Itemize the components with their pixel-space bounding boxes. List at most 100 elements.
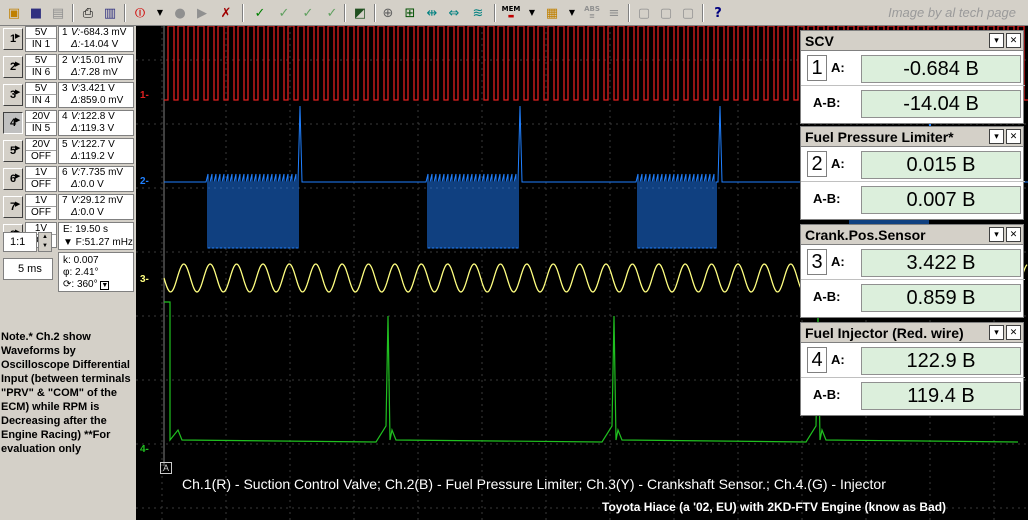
record-icon[interactable]: ● <box>170 3 190 23</box>
save-image-icon[interactable]: ▥ <box>100 3 120 23</box>
range-label: 1V <box>26 195 56 207</box>
check-c-icon[interactable]: ✓ <box>322 3 342 23</box>
meter-ab-label: A-B: <box>813 289 841 304</box>
check-icon[interactable]: ✓ <box>250 3 270 23</box>
input-label: IN 4 <box>31 95 51 106</box>
grayed-icon[interactable]: ▤ <box>48 3 68 23</box>
close-icon[interactable]: ✕ <box>1006 33 1021 48</box>
close-icon[interactable]: ✕ <box>1006 227 1021 242</box>
meter-ab-value: 0.859 B <box>861 284 1021 312</box>
channel-delta: 859.0 mV <box>80 95 124 106</box>
cursor-a-marker[interactable]: A <box>160 462 172 474</box>
help-icon[interactable]: ? <box>708 3 728 23</box>
ch3-marker[interactable]: 3- <box>140 274 149 285</box>
clear-icon[interactable]: ✗ <box>216 3 236 23</box>
box2-icon[interactable]: ▢ <box>656 3 676 23</box>
meter-header: Fuel Pressure Limiter* ▾ ✕ <box>801 127 1023 147</box>
channel-values: 7 V:29.12 mV Δ:0.0 V <box>58 194 134 220</box>
play-icon[interactable]: ▶ <box>192 3 212 23</box>
channel-range-select[interactable]: 1VOFF <box>25 194 57 220</box>
meter-header: SCV ▾ ✕ <box>801 31 1023 51</box>
input-label: OFF <box>31 207 51 218</box>
phase-readout: k: 0.007 φ: 2.41° ⟳: 360° ▼ <box>58 252 134 292</box>
dropdown-arrow-icon[interactable]: ▼ <box>150 3 170 23</box>
channel-range-select[interactable]: 20V OFF <box>25 138 57 164</box>
list-icon[interactable]: ≡ <box>604 3 624 23</box>
channel-arrow-icon: ▶ <box>15 117 21 124</box>
open-icon[interactable]: ▣ <box>4 3 24 23</box>
ratio-field[interactable]: 1:1 <box>3 232 37 252</box>
channel-range-select[interactable]: 5V IN 6 <box>25 54 57 80</box>
meter-ab-value: 0.007 B <box>861 186 1021 214</box>
dropdown-icon[interactable]: ▾ <box>989 325 1004 340</box>
channel-range-select[interactable]: 5V IN 4 <box>25 82 57 108</box>
check-b-icon[interactable]: ✓ <box>298 3 318 23</box>
range-label: 5V <box>26 55 56 67</box>
fill-icon[interactable]: ◩ <box>350 3 370 23</box>
ab-icon[interactable]: ABS ≡ <box>580 3 604 23</box>
stop-icon[interactable]: ⏼ <box>130 3 150 23</box>
channel-number: 3 <box>62 83 68 94</box>
meter-title: SCV <box>805 33 834 49</box>
dropdown-arrow-icon[interactable]: ▼ <box>522 3 542 23</box>
meter-a-label: A: <box>831 254 845 269</box>
input-label: IN 1 <box>31 39 51 50</box>
vehicle-caption: Toyota Hiace (a '02, EU) with 2KD-FTV En… <box>602 500 947 514</box>
meter-ab-value: 119.4 B <box>861 382 1021 410</box>
marker-icon[interactable]: ⊞ <box>400 3 420 23</box>
channel-delta: 119.3 V <box>80 123 115 134</box>
box1-icon[interactable]: ▢ <box>634 3 654 23</box>
input-label: OFF <box>31 179 51 190</box>
channel-values: 6 V:7.735 mV Δ:0.0 V <box>58 166 134 192</box>
ch2-marker[interactable]: 2- <box>140 176 149 187</box>
channel-range-select[interactable]: 1VOFF <box>25 166 57 192</box>
dropdown-icon[interactable]: ▾ <box>989 129 1004 144</box>
channel-arrow-icon: ▶ <box>15 33 21 40</box>
box3-icon[interactable]: ▢ <box>678 3 698 23</box>
dropdown-icon[interactable]: ▾ <box>989 227 1004 242</box>
close-icon[interactable]: ✕ <box>1006 325 1021 340</box>
meter-panel: SCV ▾ ✕ 1 A: -0.684 B A-B: -14.04 B <box>800 30 1025 124</box>
mem-icon[interactable]: MEM ▬ <box>498 3 524 23</box>
close-icon[interactable]: ✕ <box>1006 129 1021 144</box>
channel-voltage: 122.8 V <box>80 111 115 122</box>
meter-title: Fuel Injector (Red. wire) <box>805 325 964 341</box>
channel-arrow-icon: ▶ <box>15 145 21 152</box>
range-label: 5V <box>26 27 56 39</box>
channel-voltage: -684.3 mV <box>80 27 127 38</box>
export-icon[interactable]: ▦ <box>542 3 562 23</box>
dropdown-arrow-icon[interactable]: ▼ <box>562 3 582 23</box>
channel-range-select[interactable]: 20V IN 5 <box>25 110 57 136</box>
meter-a-value: 0.015 B <box>861 151 1021 179</box>
save-icon[interactable]: ■ <box>26 3 46 23</box>
zoom-icon[interactable]: ⊕ <box>378 3 398 23</box>
meter-header: Crank.Pos.Sensor ▾ ✕ <box>801 225 1023 245</box>
dropdown-icon[interactable]: ▾ <box>989 33 1004 48</box>
input-label: IN 6 <box>31 67 51 78</box>
meter-title: Fuel Pressure Limiter* <box>805 129 954 145</box>
split-icon[interactable]: ⇔ <box>444 3 464 23</box>
range-label: 20V <box>26 139 56 151</box>
channel-range-select[interactable]: 5V IN 1 <box>25 26 57 52</box>
channel-delta: 0.0 V <box>80 179 104 190</box>
channel-voltage: 122.7 V <box>80 139 115 150</box>
input-label: IN 5 <box>31 123 51 134</box>
ratio-spinner[interactable]: ▲ ▼ <box>38 232 52 252</box>
channel-number: 5 <box>62 139 68 150</box>
meter-panel: Fuel Pressure Limiter* ▾ ✕ 2 A: 0.015 B A-B: 0.… <box>800 126 1025 220</box>
print-icon[interactable]: ⎙ <box>78 3 98 23</box>
meter-channel-number: 1 <box>807 55 827 81</box>
timebase-field[interactable]: 5 ms <box>3 258 53 280</box>
meter-ab-label: A-B: <box>813 387 841 402</box>
channel-number: 6 <box>62 167 68 178</box>
meter-channel-number: 3 <box>807 249 827 275</box>
ch4-marker[interactable]: 4- <box>140 444 149 455</box>
channel-values: 5 V:122.7 V Δ:119.2 V <box>58 138 134 164</box>
check-a-icon[interactable]: ✓ <box>274 3 294 23</box>
channel-voltage: 7.735 mV <box>80 167 124 178</box>
cursor-icon[interactable]: ⇹ <box>422 3 442 23</box>
channel-arrow-icon: ▶ <box>15 173 21 180</box>
meter-a-label: A: <box>831 60 845 75</box>
math-icon[interactable]: ≋ <box>468 3 488 23</box>
ch1-marker[interactable]: 1- <box>140 90 149 101</box>
